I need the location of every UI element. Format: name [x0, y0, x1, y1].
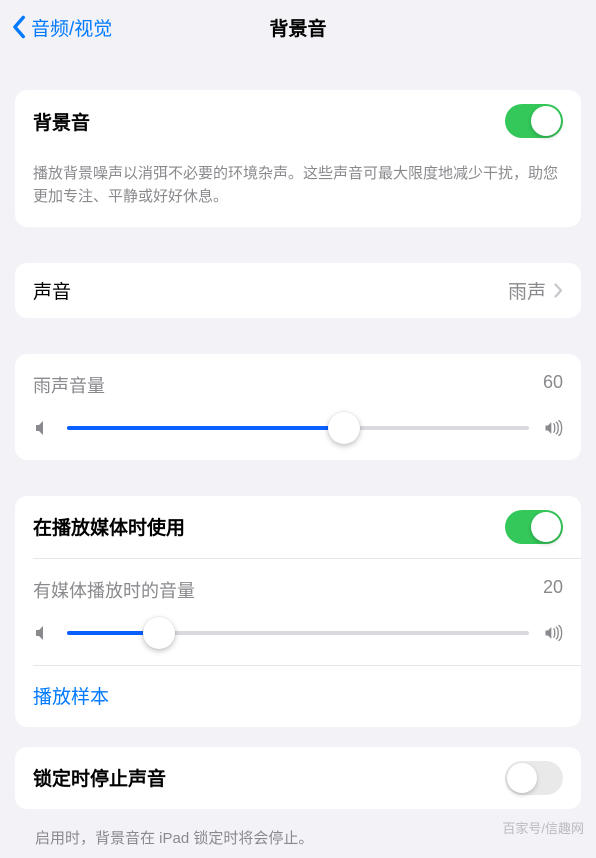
lock-desc: 启用时，背景音在 iPad 锁定时将会停止。 [15, 817, 581, 858]
vol1-thumb [328, 412, 360, 444]
nav-bar: 音频/视觉 背景音 [0, 0, 596, 54]
bgsound-toggle[interactable] [505, 104, 563, 138]
media-vol-head: 有媒体播放时的音量 20 [15, 559, 581, 613]
group-sound: 声音 雨声 [15, 263, 581, 318]
vol1-head: 雨声音量 60 [15, 354, 581, 408]
sound-value: 雨声 [508, 277, 546, 304]
vol1-value: 60 [543, 372, 563, 398]
row-bgsound: 背景音 [15, 90, 581, 152]
media-use-toggle[interactable] [505, 510, 563, 544]
back-label: 音频/视觉 [31, 14, 112, 41]
row-lock: 锁定时停止声音 [15, 747, 581, 809]
group-media: 在播放媒体时使用 有媒体播放时的音量 20 播放样本 [15, 496, 581, 727]
media-thumb [143, 617, 175, 649]
row-sound[interactable]: 声音 雨声 [15, 263, 581, 318]
media-vol-value: 20 [543, 577, 563, 603]
chevron-right-icon [554, 283, 563, 298]
sound-label: 声音 [33, 277, 71, 304]
row-sample: 播放样本 [15, 666, 581, 727]
vol1-label: 雨声音量 [33, 372, 105, 398]
bgsound-label: 背景音 [33, 108, 90, 135]
volume-low-icon [33, 623, 53, 643]
vol1-fill [67, 426, 344, 430]
volume-low-icon [33, 418, 53, 438]
back-button[interactable]: 音频/视觉 [10, 14, 112, 41]
chevron-left-icon [10, 15, 27, 39]
sound-value-wrap: 雨声 [508, 277, 563, 304]
volume-high-icon [543, 418, 563, 438]
page-title: 背景音 [269, 14, 326, 41]
group-lock: 锁定时停止声音 [15, 747, 581, 809]
volume-high-icon [543, 623, 563, 643]
group-bgsound: 背景音 播放背景噪声以消弭不必要的环境杂声。这些声音可最大限度地减少干扰，助您更… [15, 90, 581, 227]
lock-toggle[interactable] [505, 761, 563, 795]
lock-label: 锁定时停止声音 [33, 764, 166, 791]
content: 背景音 播放背景噪声以消弭不必要的环境杂声。这些声音可最大限度地减少干扰，助您更… [0, 54, 596, 858]
media-use-label: 在播放媒体时使用 [33, 513, 185, 540]
vol1-slider-row [15, 408, 581, 460]
media-vol-label: 有媒体播放时的音量 [33, 577, 195, 603]
group-vol1: 雨声音量 60 [15, 354, 581, 460]
play-sample-link[interactable]: 播放样本 [33, 687, 109, 708]
vol1-slider[interactable] [67, 426, 529, 430]
bgsound-desc: 播放背景噪声以消弭不必要的环境杂声。这些声音可最大限度地减少干扰，助您更加专注、… [15, 152, 581, 227]
media-slider-row [15, 613, 581, 665]
media-slider[interactable] [67, 631, 529, 635]
row-media-use: 在播放媒体时使用 [15, 496, 581, 558]
